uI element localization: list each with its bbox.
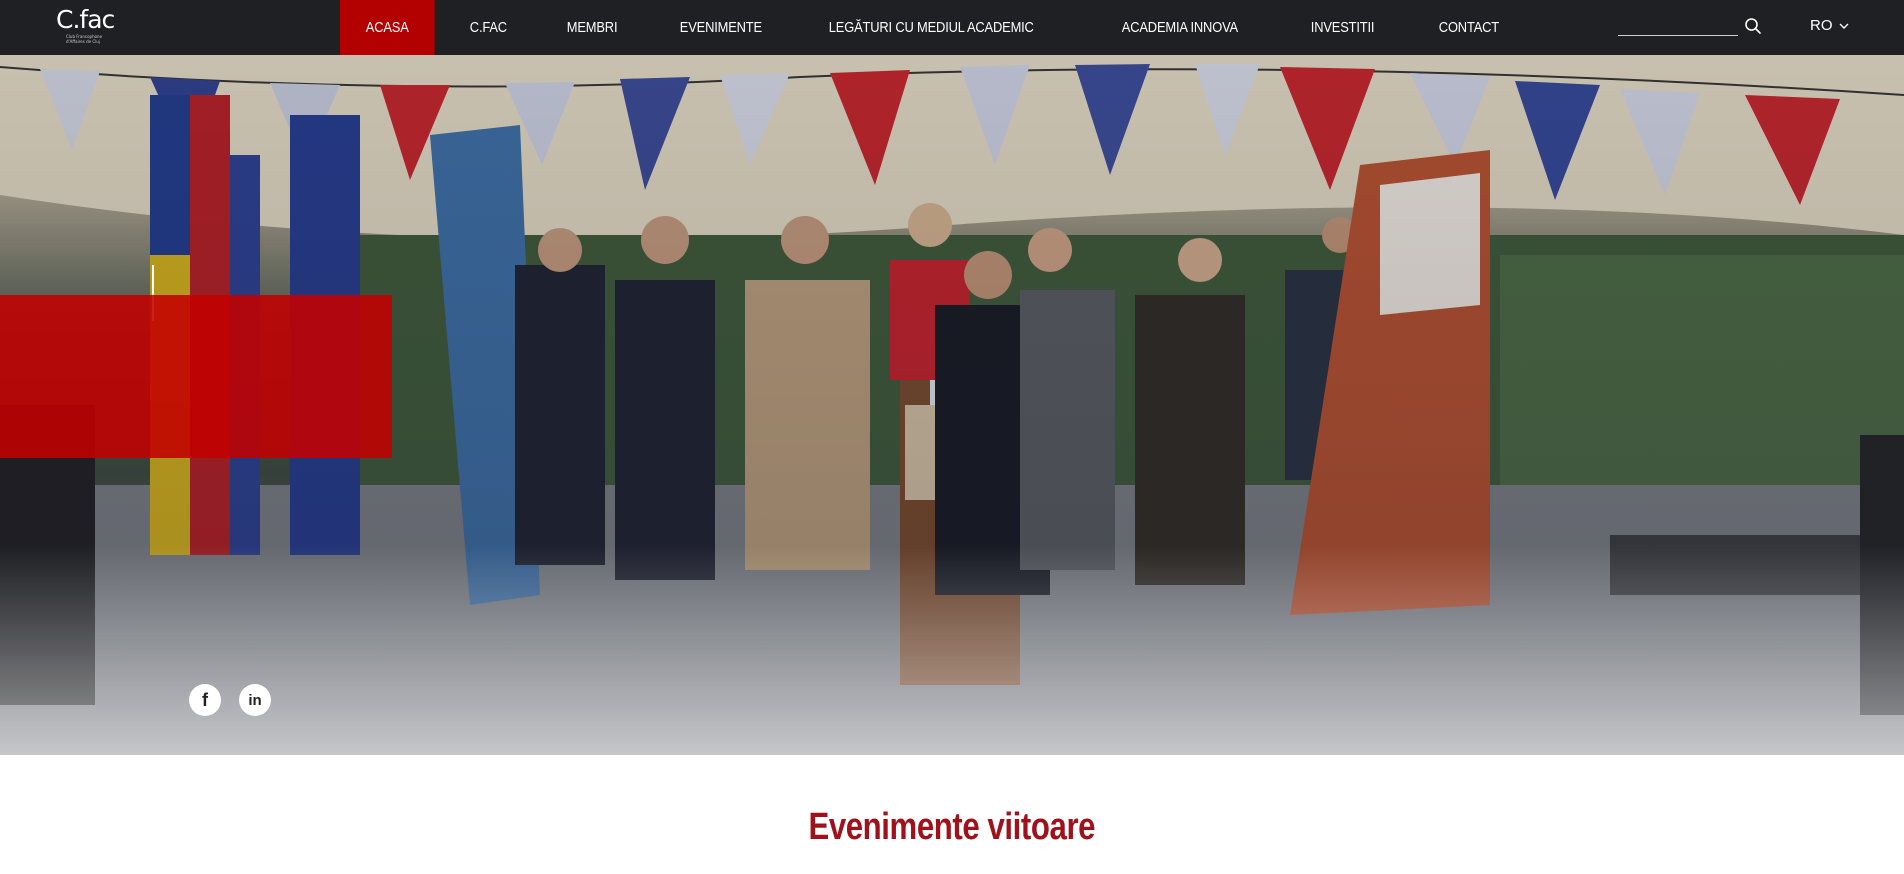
nav-item-contact[interactable]: CONTACT (1413, 0, 1525, 55)
nav-item-legaturi-academic[interactable]: LEGĂTURI CU MEDIUL ACADEMIC (803, 0, 1059, 55)
nav-item-academia-innova[interactable]: ACADEMIA INNOVA (1096, 0, 1264, 55)
chevron-down-icon (1839, 23, 1848, 29)
nav-item-investitii[interactable]: INVESTITII (1285, 0, 1400, 55)
nav-item-acasa[interactable]: ACASA (340, 0, 435, 55)
main-nav: ACASA C.FAC MEMBRI EVENIMENTE LEGĂTURI C… (340, 0, 1537, 55)
site-logo[interactable]: C.fac Club Francophone d'Affaires de Clu… (56, 6, 116, 48)
nav-item-cfac[interactable]: C.FAC (444, 0, 533, 55)
hero-banner: f in (0, 55, 1904, 755)
facebook-icon[interactable]: f (189, 684, 221, 716)
nav-item-membri[interactable]: MEMBRI (541, 0, 643, 55)
linkedin-glyph: in (248, 691, 262, 709)
logo-subtext: Club Francophone d'Affaires de Cluj (66, 34, 103, 44)
language-value: RO (1810, 17, 1833, 34)
linkedin-icon[interactable]: in (239, 684, 271, 716)
logo-text: C.fac (56, 5, 115, 34)
search-icon[interactable] (1744, 17, 1762, 35)
section-title: Evenimente viitoare (0, 806, 1904, 849)
hero-caption-box (0, 295, 392, 458)
language-selector[interactable]: RO (1810, 17, 1849, 34)
search-input[interactable] (1618, 14, 1738, 36)
nav-item-evenimente[interactable]: EVENIMENTE (654, 0, 788, 55)
facebook-glyph: f (202, 689, 208, 710)
section-title-text: Evenimente viitoare (808, 806, 1096, 848)
top-navbar: C.fac Club Francophone d'Affaires de Clu… (0, 0, 1904, 55)
